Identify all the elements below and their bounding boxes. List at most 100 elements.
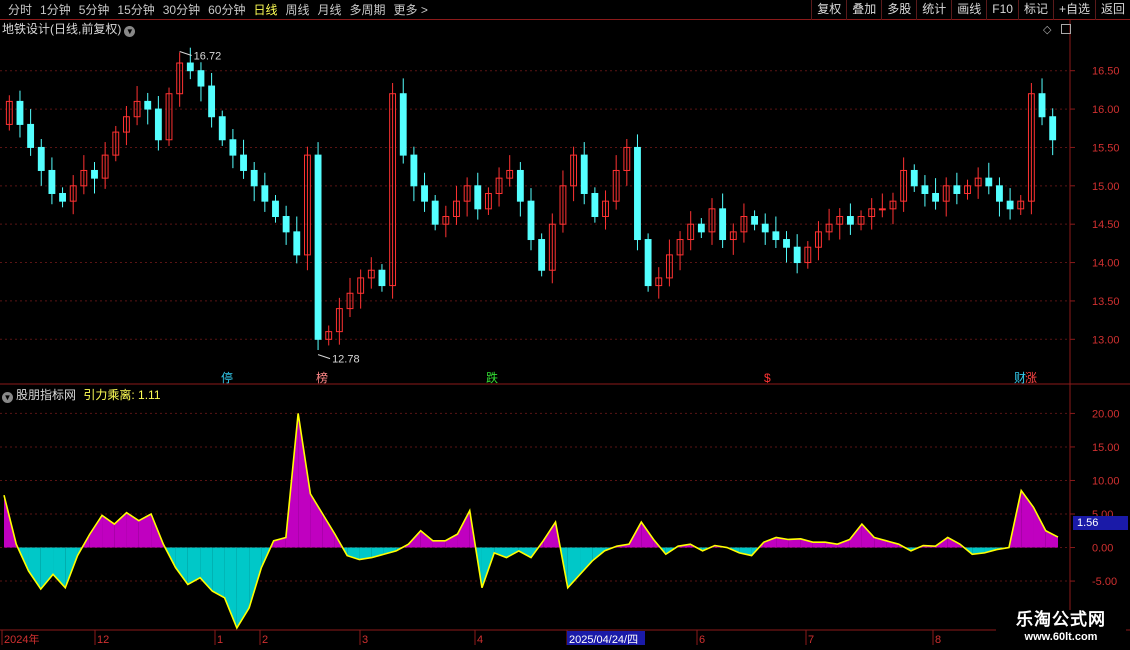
candle-body[interactable] <box>985 177 993 187</box>
candle-body[interactable] <box>293 231 301 256</box>
pane-settings-icons: ◇ <box>1043 23 1071 36</box>
candle-body[interactable] <box>410 154 418 187</box>
candle-body[interactable] <box>474 185 482 210</box>
maximize-icon[interactable] <box>1060 24 1071 34</box>
candle-body[interactable] <box>272 200 279 218</box>
indicator-fill-segment <box>310 493 323 548</box>
candle-body[interactable] <box>144 100 152 110</box>
candlestick-series[interactable] <box>5 47 1057 351</box>
candle-body[interactable] <box>910 169 918 187</box>
candle-body[interactable] <box>218 116 226 141</box>
chevron-down-icon[interactable]: ▼ <box>124 26 136 37</box>
date-label: 6 <box>699 634 705 646</box>
candle-body[interactable] <box>719 208 727 241</box>
candle-body[interactable] <box>431 200 439 225</box>
period-tab-2[interactable]: 5分钟 <box>75 2 114 18</box>
chart-canvas[interactable]: 16.50 16.00 15.50 15.00 14.50 14.00 13.50 13.00… <box>0 0 1130 650</box>
candle-body[interactable] <box>878 208 886 211</box>
action-button-2[interactable]: 多股 <box>881 0 916 20</box>
action-button-3[interactable]: 统计 <box>916 0 951 20</box>
action-button-8[interactable]: 返回 <box>1094 0 1130 20</box>
date-axis: 2024年 12 1 2 3 4 2025/04/24/四 6 7 8 <box>1 630 941 646</box>
action-button-6[interactable]: 标记 <box>1017 0 1053 20</box>
candle-body[interactable] <box>154 108 162 141</box>
indicator-value: 1.11 <box>138 388 161 402</box>
period-tabs: 分时 1分钟 5分钟 15分钟 30分钟 60分钟 日线 周线 月线 多周期 更多 > <box>4 2 432 18</box>
candle-body[interactable] <box>953 185 961 194</box>
action-button-7[interactable]: +自选 <box>1052 0 1095 20</box>
candle-body[interactable] <box>1038 93 1046 118</box>
period-tab-9[interactable]: 多周期 <box>346 2 390 18</box>
period-tab-4[interactable]: 30分钟 <box>159 2 204 18</box>
date-label: 8 <box>935 634 941 646</box>
period-tab-5[interactable]: 60分钟 <box>204 2 249 18</box>
candle-body[interactable] <box>634 146 641 241</box>
period-tab-6[interactable]: 日线 <box>249 2 281 18</box>
period-tab-3[interactable]: 15分钟 <box>113 2 158 18</box>
event-marker: 停 <box>221 370 233 385</box>
candle-body[interactable] <box>772 231 780 241</box>
event-marker: $ <box>764 371 771 385</box>
candle-body[interactable] <box>16 100 24 125</box>
candle-body[interactable] <box>591 192 599 218</box>
candle-body[interactable] <box>751 216 759 225</box>
indicator-area-series[interactable] <box>3 413 1059 630</box>
candle-body[interactable] <box>580 154 588 194</box>
candle-body[interactable] <box>197 70 205 87</box>
high-marker-label: 16.72 <box>194 51 222 63</box>
candle-body[interactable] <box>91 169 98 179</box>
period-tab-8[interactable]: 月线 <box>314 2 346 18</box>
event-marker: 跌 <box>486 370 498 385</box>
candle-body[interactable] <box>48 169 56 194</box>
candle-body[interactable] <box>399 93 407 156</box>
candle-body[interactable] <box>932 192 939 202</box>
watermark-url: www.60lt.com <box>1024 631 1098 643</box>
date-label: 1 <box>217 634 223 646</box>
candle-body[interactable] <box>1006 200 1014 210</box>
indicator-fill-segment <box>432 540 446 548</box>
candle-body[interactable] <box>761 223 769 233</box>
indicator-line[interactable] <box>3 413 1059 630</box>
action-button-4[interactable]: 画线 <box>951 0 986 20</box>
candle-body[interactable] <box>282 216 290 233</box>
candle-body[interactable] <box>697 223 705 233</box>
candle-body[interactable] <box>644 239 652 287</box>
candle-body[interactable] <box>996 185 1003 202</box>
diamond-icon[interactable]: ◇ <box>1043 24 1051 36</box>
candle-body[interactable] <box>846 216 854 225</box>
candle-body[interactable] <box>240 154 247 171</box>
candle-body[interactable] <box>921 185 929 194</box>
candle-body[interactable] <box>1049 116 1057 141</box>
candle-body[interactable] <box>27 123 35 148</box>
period-tab-0[interactable]: 分时 <box>4 2 36 18</box>
candle-body[interactable] <box>250 169 258 187</box>
period-tab-1[interactable]: 1分钟 <box>36 2 75 18</box>
watermark-title: 乐淘公式网 <box>1016 610 1106 629</box>
candle-body[interactable] <box>793 246 801 264</box>
candle-body[interactable] <box>516 169 524 202</box>
price-axis: 16.50 16.00 15.50 15.00 14.50 14.00 13.50 13.00 <box>1070 66 1120 346</box>
candle-body[interactable] <box>538 239 546 271</box>
indicator-fill-segment <box>580 547 593 575</box>
action-button-1[interactable]: 叠加 <box>846 0 881 20</box>
candle-body[interactable] <box>261 185 269 202</box>
indicator-fill-segment <box>812 542 826 548</box>
candle-body[interactable] <box>186 62 194 72</box>
indicator-fill-segment <box>28 547 41 590</box>
period-tab-10[interactable]: 更多 > <box>390 2 432 18</box>
candle-body[interactable] <box>378 269 386 287</box>
candle-body[interactable] <box>208 85 216 118</box>
action-button-0[interactable]: 复权 <box>811 0 846 20</box>
candle-body[interactable] <box>314 154 322 340</box>
candle-body[interactable] <box>59 192 66 202</box>
candle-body[interactable] <box>37 146 45 171</box>
period-toolbar: 分时 1分钟 5分钟 15分钟 30分钟 60分钟 日线 周线 月线 多周期 更多 > 复权 叠加 多股… <box>0 0 1130 20</box>
candle-body[interactable] <box>783 239 790 248</box>
period-tab-7[interactable]: 周线 <box>281 2 313 18</box>
chevron-down-icon[interactable]: ▼ <box>2 392 13 403</box>
candle-body[interactable] <box>229 139 237 156</box>
action-button-5[interactable]: F10 <box>986 0 1018 20</box>
date-label: 2 <box>262 634 268 646</box>
candle-body[interactable] <box>527 200 535 241</box>
candle-body[interactable] <box>421 185 428 202</box>
